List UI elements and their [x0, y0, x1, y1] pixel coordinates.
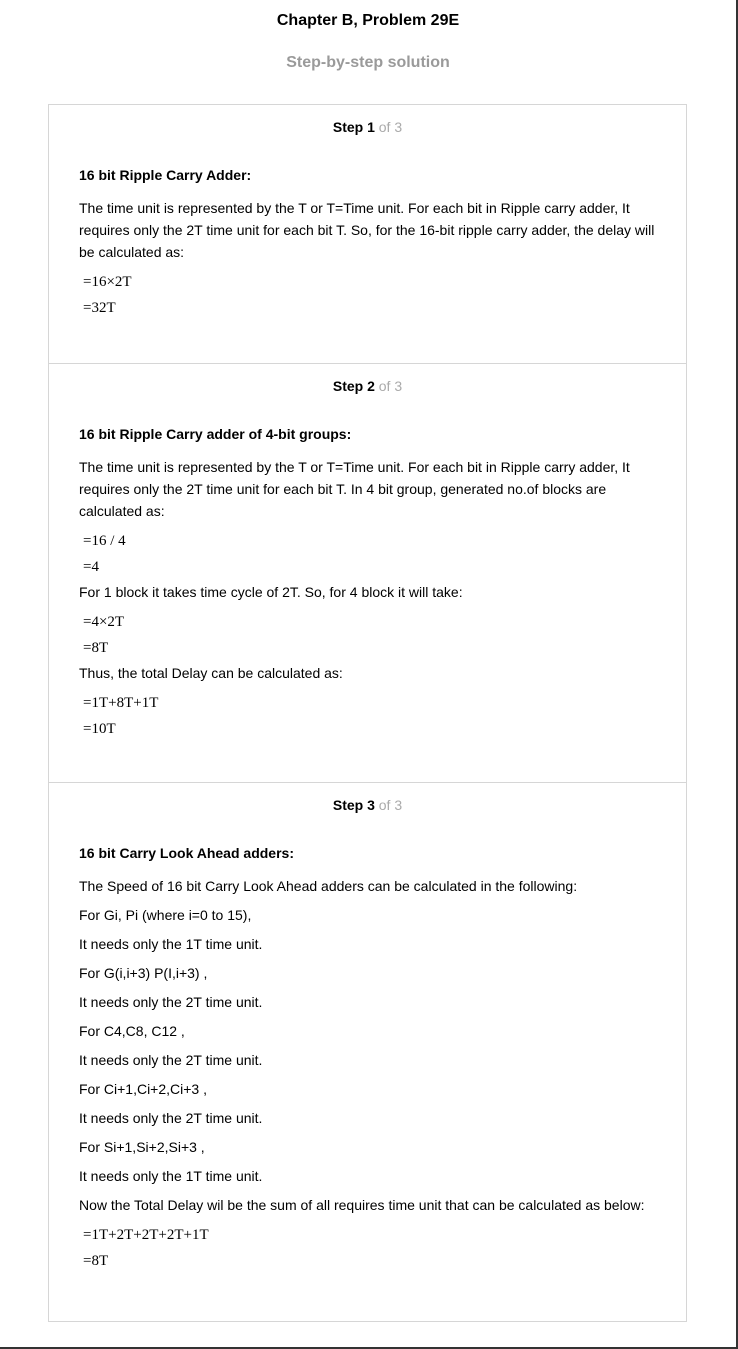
solution-steps: Step 1 of 3 16 bit Ripple Carry Adder: T…: [48, 104, 687, 1322]
step-line: It needs only the 1T time unit.: [79, 936, 263, 952]
step-line: The Speed of 16 bit Carry Look Ahead add…: [79, 878, 578, 894]
step-3: Step 3 of 3 16 bit Carry Look Ahead adde…: [49, 783, 686, 1321]
math-line: =8T: [83, 1253, 109, 1269]
step-body: 16 bit Ripple Carry Adder: The time unit…: [79, 167, 659, 322]
step-total: of 3: [378, 797, 403, 813]
step-1: Step 1 of 3 16 bit Ripple Carry Adder: T…: [49, 105, 686, 364]
step-paragraph: The time unit is represented by the T or…: [79, 459, 630, 519]
step-header: Step 1 of 3: [49, 119, 686, 135]
math-line: =16×2T: [83, 274, 132, 290]
math-line: =16 / 4: [83, 533, 126, 549]
step-line: It needs only the 2T time unit.: [79, 994, 263, 1010]
page-title: Chapter B, Problem 29E: [276, 12, 460, 29]
math-line: =1T+2T+2T+2T+1T: [83, 1227, 209, 1243]
math-line: =32T: [83, 300, 116, 316]
math-line: =8T: [83, 640, 109, 656]
step-heading: 16 bit Carry Look Ahead adders:: [79, 845, 294, 861]
step-body: 16 bit Carry Look Ahead adders: The Spee…: [79, 845, 659, 1275]
math-line: =1T+8T+1T: [83, 695, 159, 711]
step-total: of 3: [378, 119, 403, 135]
step-paragraph: Thus, the total Delay can be calculated …: [79, 665, 343, 681]
step-line: For Gi, Pi (where i=0 to 15),: [79, 907, 252, 923]
step-heading: 16 bit Ripple Carry adder of 4-bit group…: [79, 426, 352, 442]
step-2: Step 2 of 3 16 bit Ripple Carry adder of…: [49, 364, 686, 783]
step-header: Step 3 of 3: [49, 797, 686, 813]
step-line: For C4,C8, C12 ,: [79, 1023, 185, 1039]
step-line: For Ci+1,Ci+2,Ci+3 ,: [79, 1081, 207, 1097]
step-line: It needs only the 2T time unit.: [79, 1110, 263, 1126]
step-number: Step 3: [332, 797, 375, 813]
step-number: Step 2: [332, 378, 375, 394]
step-line: Now the Total Delay wil be the sum of al…: [79, 1197, 645, 1213]
step-total: of 3: [378, 378, 403, 394]
step-line: For G(i,i+3) P(I,i+3) ,: [79, 965, 208, 981]
step-line: It needs only the 1T time unit.: [79, 1168, 263, 1184]
step-header: Step 2 of 3: [49, 378, 686, 394]
step-paragraph: For 1 block it takes time cycle of 2T. S…: [79, 584, 463, 600]
step-heading: 16 bit Ripple Carry Adder:: [79, 167, 252, 183]
step-line: It needs only the 2T time unit.: [79, 1052, 263, 1068]
math-line: =10T: [83, 721, 116, 737]
step-body: 16 bit Ripple Carry adder of 4-bit group…: [79, 426, 659, 743]
math-line: =4×2T: [83, 614, 125, 630]
math-line: =4: [83, 559, 99, 575]
page-subtitle: Step-by-step solution: [286, 54, 450, 71]
step-line: For Si+1,Si+2,Si+3 ,: [79, 1139, 205, 1155]
step-paragraph: The time unit is represented by the T or…: [79, 200, 655, 260]
step-number: Step 1: [332, 119, 375, 135]
